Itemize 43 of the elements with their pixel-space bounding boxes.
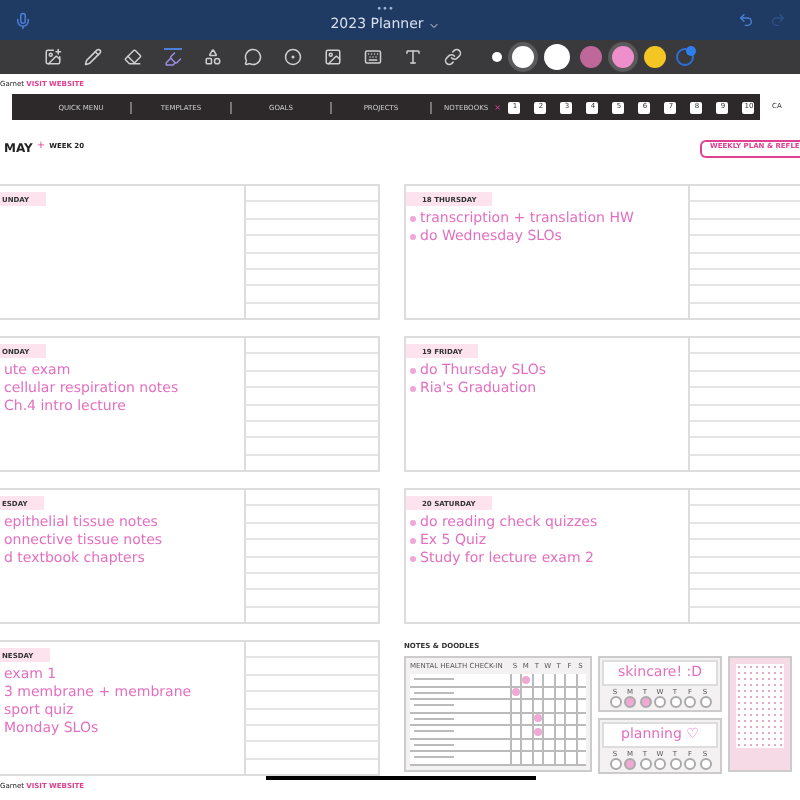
text-icon bbox=[404, 48, 422, 66]
color-swatch[interactable] bbox=[612, 46, 634, 68]
tool-button[interactable] bbox=[444, 48, 462, 66]
image-icon bbox=[44, 48, 62, 66]
eraser-icon bbox=[124, 48, 142, 66]
bullet-icon bbox=[410, 216, 416, 222]
bullet-icon bbox=[410, 538, 416, 544]
tracker-cell[interactable] bbox=[520, 674, 532, 685]
tool-button[interactable] bbox=[84, 48, 102, 66]
color-swatch[interactable] bbox=[512, 46, 534, 68]
color-swatch[interactable] bbox=[544, 44, 570, 70]
highlighter-icon bbox=[164, 50, 182, 68]
circle-dot-icon bbox=[284, 48, 302, 66]
color-swatch[interactable] bbox=[644, 46, 666, 68]
chevron-down-icon bbox=[427, 19, 440, 31]
image-icon bbox=[324, 48, 342, 66]
tool-button[interactable] bbox=[284, 48, 302, 66]
color-swatch[interactable] bbox=[580, 46, 602, 68]
bullet-icon bbox=[410, 368, 416, 374]
tool-button[interactable] bbox=[124, 48, 142, 66]
color-picker-icon[interactable] bbox=[676, 48, 694, 66]
color-swatch[interactable] bbox=[492, 52, 502, 62]
pencil-icon bbox=[84, 48, 102, 66]
bullet-icon bbox=[410, 556, 416, 562]
tool-button[interactable] bbox=[44, 48, 62, 66]
shapes-icon bbox=[204, 48, 222, 66]
tool-button[interactable] bbox=[364, 48, 382, 66]
link-icon bbox=[444, 48, 462, 66]
bullet-icon bbox=[410, 520, 416, 526]
tool-button[interactable] bbox=[404, 48, 422, 66]
tracker-cell[interactable] bbox=[531, 713, 543, 724]
dot-grid-card bbox=[728, 656, 792, 772]
tool-button[interactable] bbox=[204, 48, 222, 66]
tool-button[interactable] bbox=[324, 48, 342, 66]
microphone-icon[interactable] bbox=[14, 11, 32, 29]
bullet-icon bbox=[410, 386, 416, 392]
redo-icon[interactable] bbox=[770, 12, 786, 28]
tracker-cell[interactable] bbox=[531, 726, 543, 737]
undo-icon[interactable] bbox=[738, 12, 754, 28]
tracker-cell[interactable] bbox=[509, 687, 521, 698]
tool-button[interactable] bbox=[164, 48, 182, 66]
bullet-icon bbox=[410, 234, 416, 240]
keyboard-icon bbox=[364, 48, 382, 66]
